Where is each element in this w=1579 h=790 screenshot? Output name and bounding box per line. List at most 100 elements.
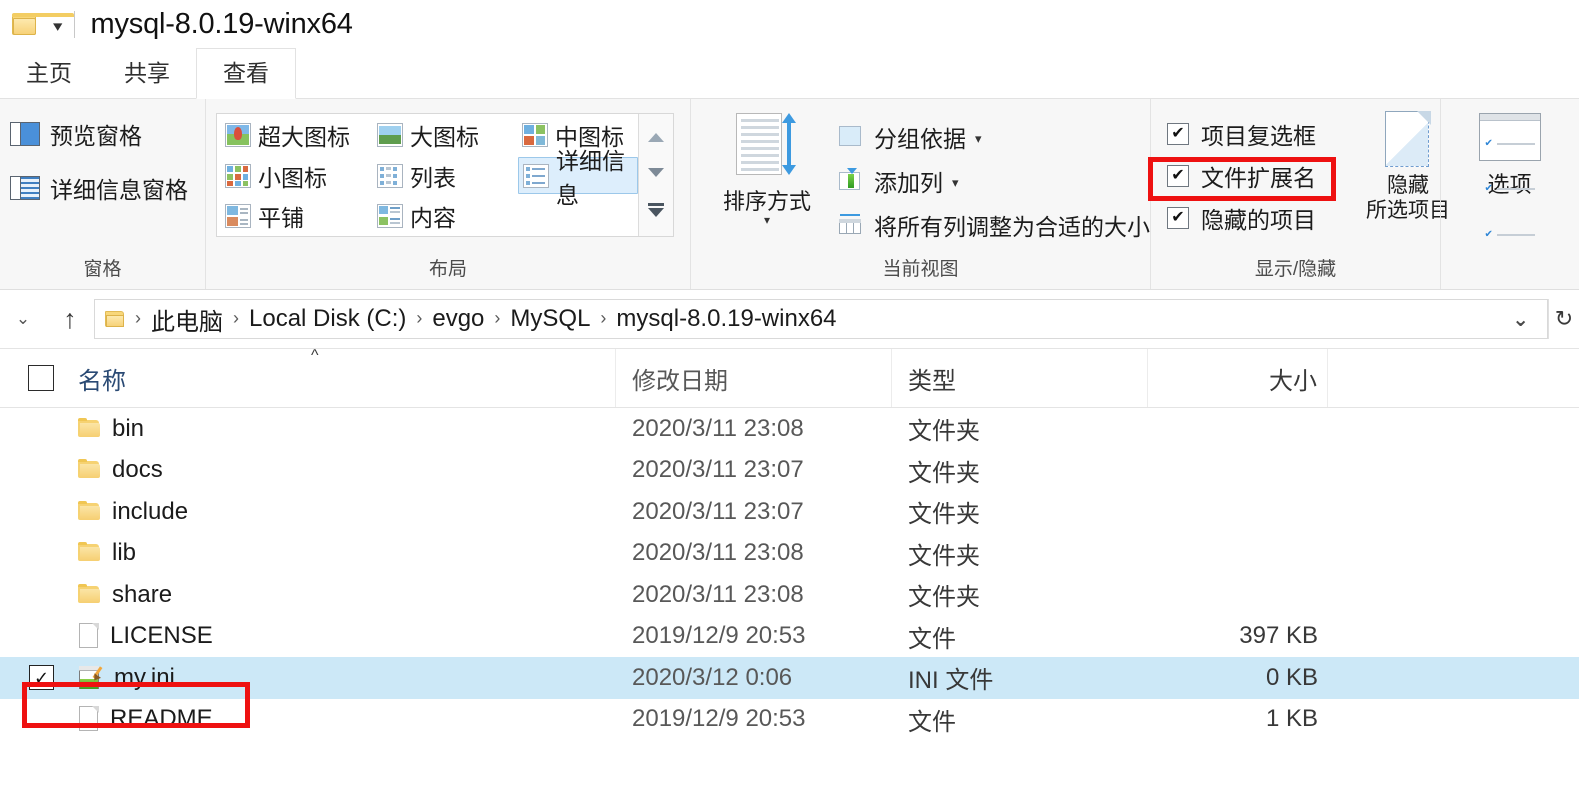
tab-share[interactable]: 共享 xyxy=(98,48,196,99)
recent-locations-button[interactable]: ⌄ xyxy=(0,309,46,329)
view-tiles[interactable]: 平铺 xyxy=(221,198,373,235)
scroll-up-icon[interactable] xyxy=(648,133,664,142)
view-details[interactable]: 详细信息 xyxy=(518,148,638,208)
view-list-label: 列表 xyxy=(410,164,456,191)
row-checkbox[interactable] xyxy=(0,408,62,450)
file-name-cell[interactable]: lib xyxy=(62,533,616,575)
file-name: docs xyxy=(112,456,163,484)
breadcrumb-item-evgo[interactable]: evgo xyxy=(428,305,488,333)
row-checkbox[interactable] xyxy=(0,574,62,616)
size-cell xyxy=(1148,450,1328,492)
preview-pane-button[interactable]: 预览窗格 xyxy=(0,107,205,161)
hide-selected-items-button[interactable]: 隐藏 所选项目 xyxy=(1365,111,1451,223)
add-columns-button[interactable]: 添加列 ▾ xyxy=(837,159,1150,203)
view-large-icons[interactable]: 大图标 xyxy=(373,116,518,153)
group-label-layout: 布局 xyxy=(428,259,467,280)
row-checkbox[interactable]: ✓ xyxy=(0,657,62,699)
options-button[interactable]: ✔ ✔ ✔ 选项 xyxy=(1450,113,1570,239)
table-row[interactable]: lib 2020/3/11 23:08 文件夹 xyxy=(0,533,1579,575)
layout-gallery: 超大图标 大图标 中图标 小图标 列表 详细信息 平铺 内容 xyxy=(216,113,674,237)
folder-icon xyxy=(78,583,102,606)
table-row[interactable]: include 2020/3/11 23:07 文件夹 xyxy=(0,491,1579,533)
up-button[interactable]: ↑ xyxy=(46,305,94,333)
table-row[interactable]: LICENSE 2019/12/9 20:53 文件 397 KB xyxy=(0,616,1579,658)
item-checkboxes-option[interactable]: ✔ 项目复选框 xyxy=(1167,113,1316,155)
group-label-show-hide: 显示/隐藏 xyxy=(1254,259,1337,280)
file-name-cell[interactable]: docs xyxy=(62,450,616,492)
tiles-icon xyxy=(225,204,251,228)
row-checkbox[interactable] xyxy=(0,450,62,492)
file-name-cell[interactable]: share xyxy=(62,574,616,616)
breadcrumb-item-mysql[interactable]: MySQL xyxy=(506,305,594,333)
row-checkbox[interactable] xyxy=(0,616,62,658)
table-row[interactable]: share 2020/3/11 23:08 文件夹 xyxy=(0,574,1579,616)
group-by-button[interactable]: 分组依据 ▾ xyxy=(837,115,1150,159)
tab-view[interactable]: 查看 xyxy=(196,48,296,99)
file-name-cell[interactable]: README xyxy=(62,699,616,741)
large-icons-icon xyxy=(377,122,403,147)
breadcrumb[interactable]: › 此电脑 › Local Disk (C:) › evgo › MySQL ›… xyxy=(94,299,1548,339)
hidden-items-option[interactable]: ✔ 隐藏的项目 xyxy=(1167,197,1316,239)
checkbox-icon[interactable]: ✔ xyxy=(1167,207,1189,229)
file-name-extensions-option[interactable]: ✔ 文件扩展名 xyxy=(1167,155,1316,197)
tab-home[interactable]: 主页 xyxy=(0,48,98,99)
file-name-cell[interactable]: LICENSE xyxy=(62,616,616,658)
sort-by-button[interactable]: 排序方式 ▾ xyxy=(707,111,827,226)
folder-icon xyxy=(78,459,102,481)
refresh-icon[interactable]: ↻ xyxy=(1548,299,1579,339)
table-row-selected[interactable]: ✓ my.ini 2020/3/12 0:06 INI 文件 0 KB xyxy=(0,657,1579,699)
ribbon-tabs: 主页 共享 查看 xyxy=(0,48,1579,99)
column-header-size[interactable]: 大小 xyxy=(1148,349,1328,407)
view-list[interactable]: 列表 xyxy=(373,157,518,194)
file-name-cell[interactable]: bin xyxy=(62,408,616,450)
view-small-icons[interactable]: 小图标 xyxy=(221,157,373,194)
table-row[interactable]: bin 2020/3/11 23:08 文件夹 xyxy=(0,408,1579,450)
file-name-cell[interactable]: my.ini xyxy=(62,657,616,699)
view-content[interactable]: 内容 xyxy=(373,198,518,235)
row-checkbox[interactable] xyxy=(0,491,62,533)
more-icon[interactable] xyxy=(648,203,664,217)
type-cell: 文件 xyxy=(908,625,956,653)
group-label-options xyxy=(1441,281,1578,289)
size-cell xyxy=(1148,533,1328,575)
list-icon xyxy=(377,163,403,188)
chevron-down-icon[interactable]: ⌄ xyxy=(1494,307,1547,332)
document-icon xyxy=(78,623,100,649)
add-columns-icon xyxy=(837,168,865,194)
scroll-down-icon[interactable] xyxy=(648,168,664,177)
window-title: mysql-8.0.19-winx64 xyxy=(90,7,353,40)
breadcrumb-item-local-disk[interactable]: Local Disk (C:) xyxy=(245,305,410,333)
view-details-label: 详细信息 xyxy=(556,147,625,208)
preview-pane-icon xyxy=(10,122,40,146)
size-all-columns-button[interactable]: 将所有列调整为合适的大小 xyxy=(837,203,1150,247)
details-pane-button[interactable]: 详细信息窗格 xyxy=(0,161,205,215)
group-by-icon xyxy=(837,124,865,150)
row-checkbox[interactable] xyxy=(0,533,62,575)
view-extra-large-icons[interactable]: 超大图标 xyxy=(221,116,373,153)
file-name-cell[interactable]: include xyxy=(62,491,616,533)
details-pane-label: 详细信息窗格 xyxy=(50,177,188,203)
column-header-type[interactable]: 类型 xyxy=(892,349,1148,407)
chevron-down-icon[interactable]: ▾ xyxy=(975,131,982,147)
checkbox-icon[interactable]: ✔ xyxy=(1167,165,1189,187)
checkbox-icon[interactable]: ✓ xyxy=(29,665,54,691)
chevron-down-icon[interactable]: ▾ xyxy=(952,175,959,191)
layout-gallery-scrollbar[interactable] xyxy=(638,114,673,236)
table-row[interactable]: README 2019/12/9 20:53 文件 1 KB xyxy=(0,699,1579,741)
type-cell: 文件夹 xyxy=(908,418,980,446)
column-header-name[interactable]: 名称 xyxy=(62,349,616,407)
date-modified-cell: 2019/12/9 20:53 xyxy=(632,622,806,650)
row-checkbox[interactable] xyxy=(0,699,62,741)
quick-access-toolbar-caret[interactable]: ▾ xyxy=(53,19,62,34)
checkbox-icon[interactable]: ✔ xyxy=(1167,123,1189,145)
small-icons-icon xyxy=(225,163,251,188)
ini-file-icon xyxy=(78,665,104,691)
breadcrumb-item-current[interactable]: mysql-8.0.19-winx64 xyxy=(612,305,840,333)
select-all-checkbox[interactable] xyxy=(0,349,62,407)
table-row[interactable]: docs 2020/3/11 23:07 文件夹 xyxy=(0,450,1579,492)
sort-by-caret[interactable]: ▾ xyxy=(707,214,827,226)
breadcrumb-item-this-pc[interactable]: 此电脑 xyxy=(147,302,227,337)
size-all-columns-icon xyxy=(837,212,865,238)
column-header-date-modified[interactable]: 修改日期 xyxy=(616,349,892,407)
column-header-empty xyxy=(1328,349,1579,407)
